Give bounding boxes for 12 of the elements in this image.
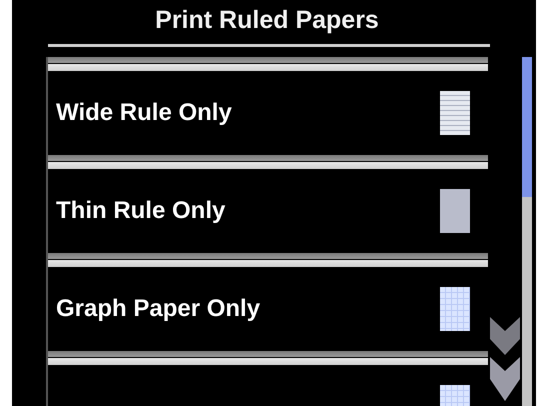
menu-option[interactable]: Wide Rule Only (48, 71, 488, 155)
screen-title: Print Ruled Papers (154, 5, 380, 36)
scrollbar[interactable] (522, 57, 532, 406)
option-label: Wide Rule Only (56, 99, 232, 127)
scroll-down-icon[interactable] (490, 317, 520, 401)
paper-icon (440, 91, 470, 135)
menu-option[interactable]: Thin Rule Only (48, 169, 488, 253)
paper-icon (440, 287, 470, 331)
paper-icon (440, 189, 470, 233)
option-label: Thin Rule Only (56, 197, 226, 225)
option-label: Graph Paper Only (56, 295, 260, 323)
menu-option[interactable]: Graph Paper Only (48, 267, 488, 351)
